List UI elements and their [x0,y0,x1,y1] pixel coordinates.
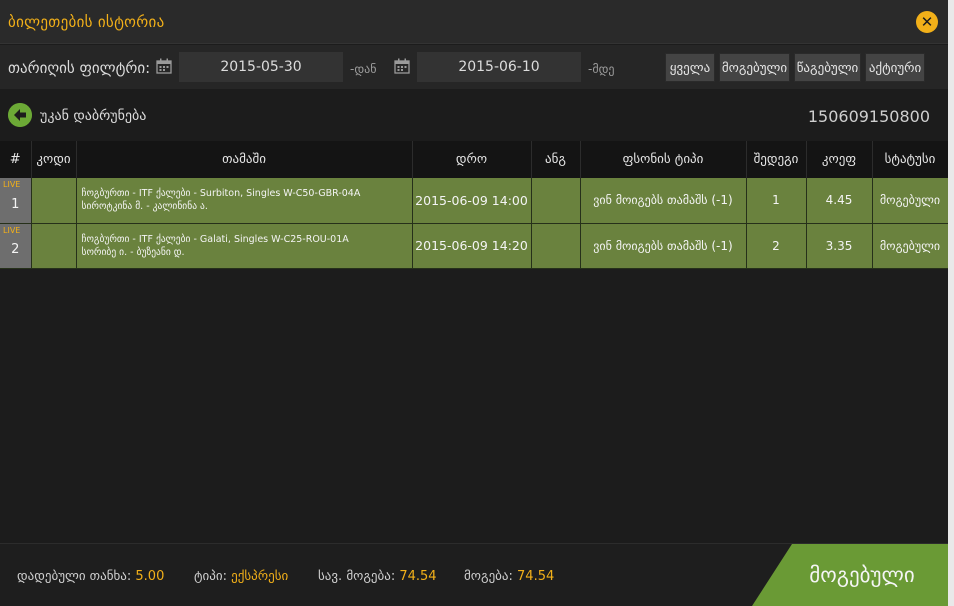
stake-label: დადებული თანხა: [17,569,132,584]
row-game-event: ჩოგბურთი - ITF ქალები - Galati, Singles … [81,233,349,245]
ticket-summary-footer: დადებული თანხა: 5.00 ტიპი: ექსპრესი სავ.… [0,543,948,606]
header-game: თამაში [76,141,413,178]
row-num: 1 [11,196,20,212]
row-bet-type: ვინ მოიგებს თამაშს (-1) [580,223,747,269]
modal-title: ბილეთების ისტორია [8,13,165,31]
row-game: ჩოგბურთი - ITF ქალები - Galati, Singles … [76,223,413,269]
row-num-cell: LIVE 1 [0,178,32,224]
live-badge: LIVE [3,180,21,189]
filter-won-button[interactable]: მოგებული [719,53,790,82]
win-summary: მოგება: 74.54 [464,569,554,584]
header-status: სტატუსი [872,141,948,178]
row-ang [531,223,581,269]
date-filter-bar: თარიღის ფილტრი: 2015-05-30 -დან 2015-06-… [0,45,948,89]
back-arrow-icon[interactable] [8,103,32,127]
close-icon[interactable]: ✕ [916,11,938,33]
row-game-players: სორიბე ი. - ბუზეანი დ. [81,246,185,258]
row-code [31,178,77,224]
table-row: LIVE 2 ჩოგბურთი - ITF ქალები - Galati, S… [0,223,948,269]
header-time: დრო [412,141,532,178]
row-status: მოგებული [872,223,948,269]
table-row: LIVE 1 ჩოგბურთი - ITF ქალები - Surbiton,… [0,178,948,224]
table-header-row: # კოდი თამაში დრო ანგ ფსონის ტიპი შედეგი… [0,141,948,178]
header-code: კოდი [31,141,77,178]
row-game-players: სიროტკინა მ. - კალინინა ა. [81,201,208,213]
row-result: 2 [746,223,807,269]
date-filter-label: თარიღის ფილტრი: [8,59,151,77]
row-bet-type: ვინ მოიგებს თამაშს (-1) [580,178,747,224]
header-bet-type: ფსონის ტიპი [580,141,747,178]
to-date-input[interactable]: 2015-06-10 [417,52,581,82]
to-date-suffix: -მდე [588,62,615,76]
header-coef: კოეფ [806,141,873,178]
potential-win-summary: სავ. მოგება: 74.54 [318,569,437,584]
potential-win-value: 74.54 [399,569,437,584]
calendar-icon[interactable] [156,58,172,74]
filter-lost-button[interactable]: წაგებული [794,53,861,82]
row-result: 1 [746,178,807,224]
win-label: მოგება: [464,569,513,584]
ticket-id: 150609150800 [807,107,930,126]
live-badge: LIVE [3,225,21,235]
type-value: ექსპრესი [231,569,289,584]
ticket-history-modal: ბილეთების ისტორია ✕ თარიღის ფილტრი: 2015… [0,0,948,606]
type-label: ტიპი: [194,569,227,584]
row-time: 2015-06-09 14:20 [412,223,532,269]
stake-value: 5.00 [135,569,165,584]
back-bar: უკან დაბრუნება 150609150800 [0,96,948,138]
ticket-result-badge: მოგებული [752,544,948,606]
filter-active-button[interactable]: აქტიური [865,53,925,82]
row-game-event: ჩოგბურთი - ITF ქალები - Surbiton, Single… [81,188,361,200]
row-game: ჩოგბურთი - ITF ქალები - Surbiton, Single… [76,178,413,224]
filter-all-button[interactable]: ყველა [665,53,715,82]
from-date-suffix: -დან [350,62,377,76]
row-num-cell: LIVE 2 [0,223,32,269]
bets-table: # კოდი თამაში დრო ანგ ფსონის ტიპი შედეგი… [0,141,948,269]
stake-summary: დადებული თანხა: 5.00 [17,569,164,584]
calendar-icon[interactable] [394,58,410,74]
header-num: # [0,141,32,178]
row-status: მოგებული [872,178,948,224]
potential-win-label: სავ. მოგება: [318,569,396,584]
header-ang: ანგ [531,141,581,178]
row-coef: 3.35 [806,223,873,269]
page-background-strip [948,0,954,606]
back-button-label[interactable]: უკან დაბრუნება [40,108,146,124]
row-coef: 4.45 [806,178,873,224]
type-summary: ტიპი: ექსპრესი [194,569,288,584]
header-result: შედეგი [746,141,807,178]
row-ang [531,178,581,224]
title-bar: ბილეთების ისტორია ✕ [0,0,948,44]
row-num: 2 [11,242,20,257]
row-time: 2015-06-09 14:00 [412,178,532,224]
win-value: 74.54 [517,569,555,584]
from-date-input[interactable]: 2015-05-30 [179,52,343,82]
row-code [31,223,77,269]
